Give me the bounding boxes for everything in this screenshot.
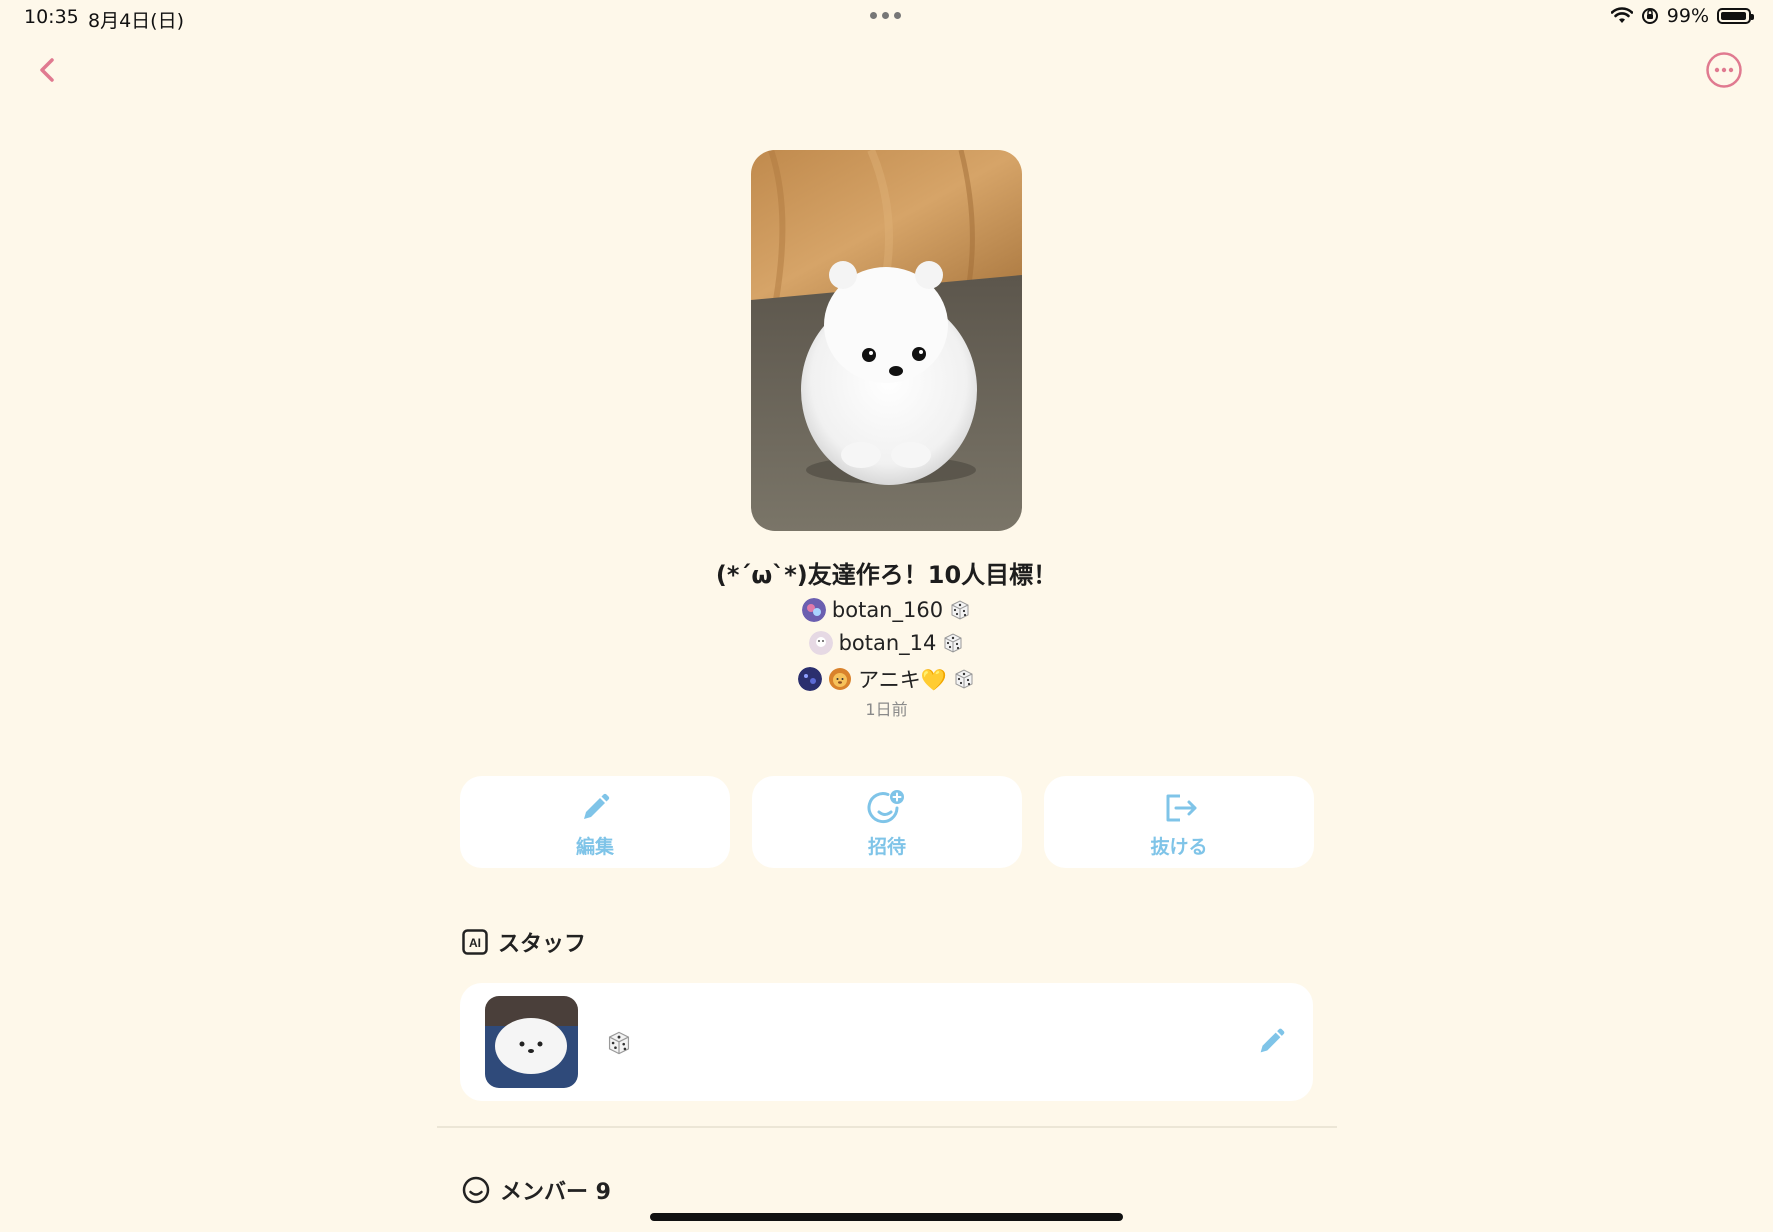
back-chevron-icon — [40, 58, 54, 82]
posted-time: 1日前 — [865, 700, 908, 719]
ai-badge-text: AI — [469, 936, 481, 950]
orientation-lock-icon — [1641, 8, 1658, 24]
edit-button[interactable]: 編集 — [460, 776, 730, 868]
group-detail-page: 10:35 8月4日(日) 99% (*´ω`*)友達作ろ！10人目標！ bot… — [0, 0, 1773, 1232]
staff-edit-button[interactable] — [1255, 1026, 1287, 1058]
status-indicators: 99% — [1610, 5, 1754, 27]
dice-icon — [608, 1031, 630, 1055]
staff-avatar — [485, 996, 578, 1088]
wifi-icon — [1610, 7, 1633, 23]
dice-icon — [951, 600, 969, 620]
ai-badge-icon: AI — [462, 929, 488, 955]
members-section-title: メンバー 9 — [500, 1180, 611, 1205]
creator-item[interactable]: botan_14 — [0, 631, 1773, 660]
back-button[interactable] — [30, 50, 66, 90]
more-options-button[interactable] — [1705, 51, 1743, 89]
invite-label: 招待 — [867, 836, 906, 858]
creator-name: botan_160 — [831, 598, 944, 622]
smile-icon — [462, 1176, 490, 1204]
creator-name: botan_14 — [838, 631, 937, 655]
pencil-icon — [584, 793, 610, 819]
pencil-icon — [1260, 1028, 1285, 1053]
staff-section-title: スタッフ — [498, 932, 587, 957]
battery-icon — [1717, 8, 1754, 24]
dice-icon — [955, 669, 973, 689]
battery-percent: 99% — [1666, 5, 1709, 27]
exit-icon — [1166, 794, 1197, 822]
staff-section-header: AI スタッフ — [462, 926, 586, 958]
status-date: 8月4日(日) — [88, 10, 185, 32]
avatar — [798, 667, 823, 691]
members-section-header: メンバー 9 — [462, 1174, 611, 1206]
avatar — [808, 631, 833, 655]
edit-label: 編集 — [575, 836, 614, 858]
group-cover-image[interactable] — [751, 150, 1022, 531]
home-indicator[interactable] — [650, 1213, 1123, 1221]
avatar — [801, 598, 826, 622]
creator-name: アニキ💛 — [858, 668, 947, 692]
status-time: 10:35 — [24, 6, 79, 28]
more-options-icon — [1706, 52, 1742, 88]
invite-button[interactable]: 招待 — [752, 776, 1022, 868]
creator-item[interactable]: アニキ💛 — [0, 664, 1773, 696]
group-title: (*´ω`*)友達作ろ！10人目標！ — [715, 561, 1058, 589]
lion-icon — [829, 668, 852, 690]
divider — [437, 1126, 1337, 1128]
leave-label: 抜ける — [1150, 836, 1208, 858]
creator-item[interactable]: botan_160 — [0, 598, 1773, 627]
leave-button[interactable]: 抜ける — [1044, 776, 1314, 868]
staff-card[interactable] — [460, 983, 1313, 1101]
invite-smile-icon — [867, 790, 904, 824]
dice-icon — [944, 633, 962, 653]
multitasking-dots[interactable] — [870, 12, 901, 19]
